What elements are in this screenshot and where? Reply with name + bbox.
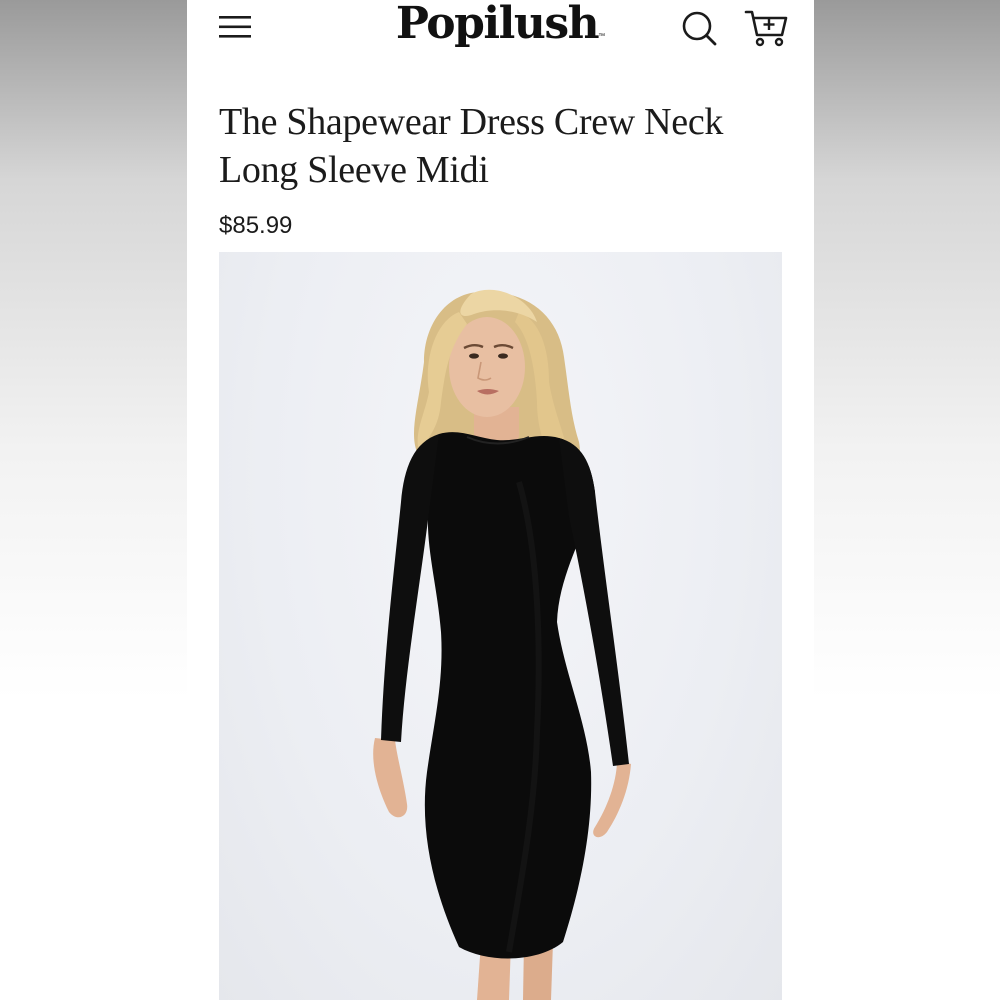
site-header: Popilush™ [187, 0, 814, 60]
product-price: $85.99 [219, 212, 293, 239]
model-illustration [373, 289, 631, 1000]
search-icon [682, 11, 717, 46]
product-page: Popilush™ The Shapewear Dress Crew Neck … [187, 0, 814, 1000]
trademark-mark: ™ [598, 33, 606, 40]
product-title: The Shapewear Dress Crew Neck Long Sleev… [219, 101, 724, 191]
product-image[interactable] [219, 252, 782, 1000]
cart-button[interactable] [744, 8, 790, 48]
search-button[interactable] [680, 8, 720, 48]
add-to-cart-icon [744, 10, 788, 47]
brand-logo-text: Popilush [395, 0, 600, 49]
